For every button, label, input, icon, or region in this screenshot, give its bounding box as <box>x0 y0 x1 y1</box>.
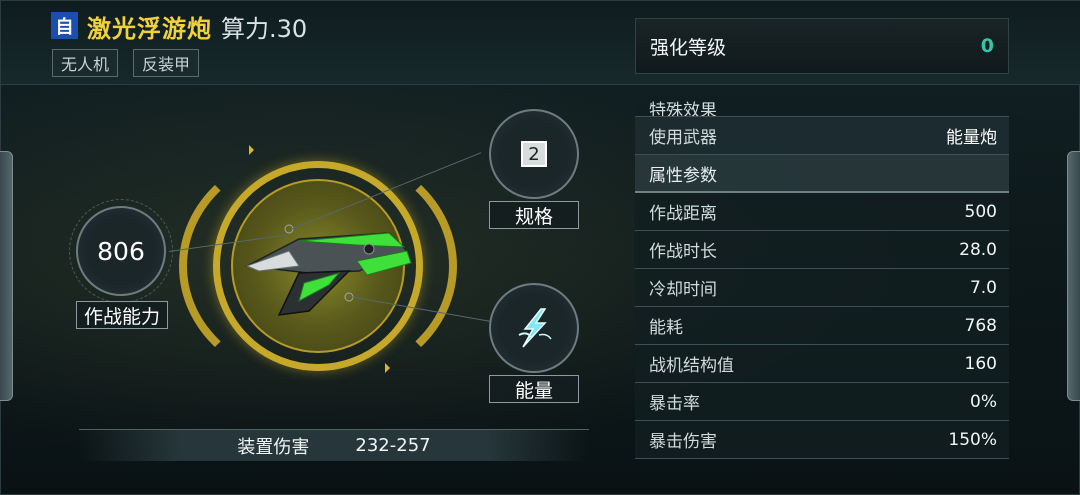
attribute-section-title: 属性参数 <box>649 165 717 186</box>
combat-power-value: 806 <box>97 236 145 266</box>
stats-list[interactable]: 特殊效果 使用武器 能量炮 属性参数 作战距离 500 作战时长 28.0 冷却… <box>635 101 1009 465</box>
stat-row: 能耗 768 <box>635 307 1009 345</box>
special-effect-row: 特殊效果 <box>635 101 1009 117</box>
ring-marker-icon <box>385 363 395 373</box>
combat-power-circle: 806 <box>76 206 166 296</box>
stat-value: 500 <box>964 201 997 222</box>
spec-label: 规格 <box>489 201 579 229</box>
tag-anti-armor: 反装甲 <box>133 49 200 77</box>
stat-label: 作战距离 <box>649 204 717 224</box>
stat-row: 暴击伤害 150% <box>635 421 1009 459</box>
stat-label: 暴击伤害 <box>649 432 717 452</box>
device-damage-label: 装置伤害 <box>237 436 310 458</box>
stat-row: 作战距离 500 <box>635 193 1009 231</box>
stat-value: 0% <box>970 391 997 412</box>
stat-label: 作战时长 <box>649 242 717 262</box>
combat-power-label: 作战能力 <box>76 301 168 329</box>
enhance-level-value: 0 <box>980 35 994 57</box>
attribute-section-header: 属性参数 <box>635 155 1009 193</box>
weapon-name: 激光浮游炮 <box>87 15 212 43</box>
stat-value: 28.0 <box>959 239 997 260</box>
right-frame-edge <box>1067 151 1080 401</box>
stat-row: 战机结构值 160 <box>635 345 1009 383</box>
stat-row: 作战时长 28.0 <box>635 231 1009 269</box>
enhance-level-row[interactable]: 强化等级 0 <box>635 18 1009 74</box>
stat-label: 战机结构值 <box>649 356 734 376</box>
compute-power-label: 算力.30 <box>221 15 308 43</box>
weapon-type-label: 使用武器 <box>649 128 717 148</box>
enhance-level-label: 强化等级 <box>650 36 727 59</box>
stat-value: 160 <box>964 353 997 374</box>
stat-label: 能耗 <box>649 318 683 338</box>
energy-circle <box>489 283 579 373</box>
energy-label: 能量 <box>489 375 579 403</box>
stat-row: 冷却时间 7.0 <box>635 269 1009 307</box>
left-frame-edge <box>0 151 13 401</box>
tag-drone: 无人机 <box>52 49 119 77</box>
device-damage-bar: 装置伤害 232-257 <box>79 429 589 461</box>
stat-label: 暴击率 <box>649 394 700 414</box>
stat-value: 7.0 <box>969 277 997 298</box>
stat-label: 冷却时间 <box>649 280 717 300</box>
energy-lightning-icon <box>518 308 552 348</box>
spec-circle: 2 <box>489 109 579 199</box>
stat-value: 768 <box>964 315 997 336</box>
weapon-type-value: 能量炮 <box>946 128 997 148</box>
ring-marker-icon <box>249 145 259 155</box>
stat-row: 暴击率 0% <box>635 383 1009 421</box>
stat-value: 150% <box>948 429 997 450</box>
item-detail-panel: 自 激光浮游炮 算力.30 无人机 反装甲 强化等级 0 特殊效果 使用武器 能… <box>0 0 1080 495</box>
auto-tag: 自 <box>51 12 78 39</box>
device-damage-value: 232-257 <box>355 435 431 456</box>
weapon-type-row: 使用武器 能量炮 <box>635 117 1009 155</box>
spec-value: 2 <box>521 141 547 167</box>
special-effect-label: 特殊效果 <box>649 101 717 117</box>
